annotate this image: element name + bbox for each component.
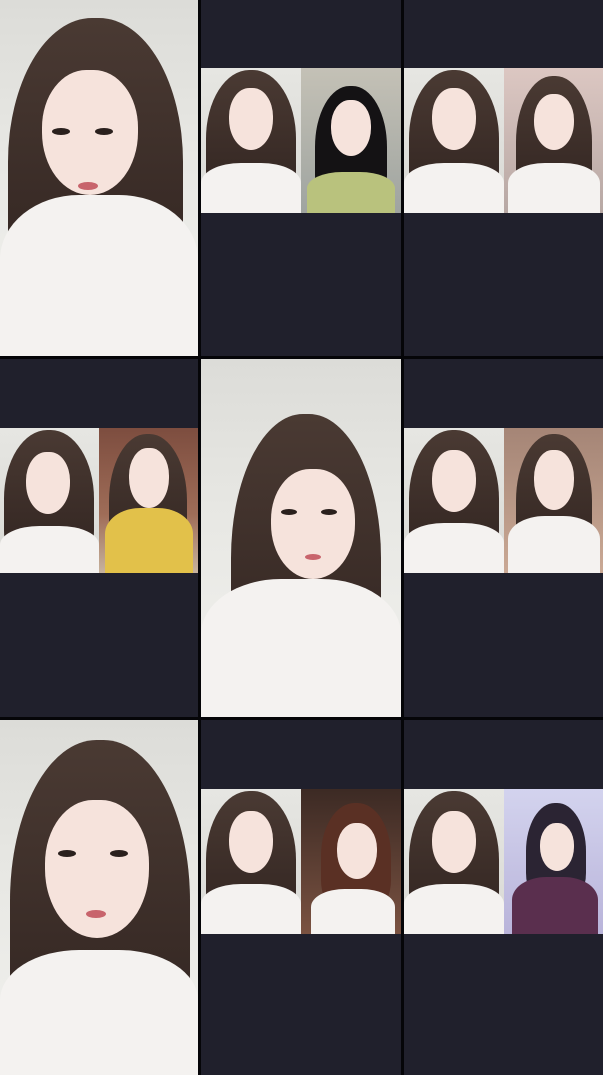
guest-camera — [301, 789, 401, 934]
video-grid — [0, 0, 603, 1075]
guest-camera — [99, 428, 198, 573]
streamer-portrait — [0, 720, 198, 1075]
pk-split-view — [201, 68, 401, 213]
pk-split-view — [0, 428, 198, 573]
streamer-portrait — [201, 359, 401, 717]
guest-camera — [503, 428, 603, 573]
video-tile-1[interactable] — [0, 0, 198, 356]
host-camera — [201, 68, 301, 213]
video-tile-9[interactable] — [404, 720, 603, 1075]
video-tile-2[interactable] — [201, 0, 401, 356]
guest-camera — [301, 68, 401, 213]
pk-split-view — [404, 789, 603, 934]
host-camera — [201, 789, 301, 934]
pk-split-view — [404, 428, 603, 573]
pk-split-view — [201, 789, 401, 934]
video-tile-6[interactable] — [404, 359, 603, 717]
video-tile-3[interactable] — [404, 0, 603, 356]
host-camera — [404, 68, 504, 213]
host-camera — [404, 428, 504, 573]
video-tile-7[interactable] — [0, 720, 198, 1075]
host-camera — [0, 428, 99, 573]
pk-split-view — [404, 68, 603, 213]
streamer-portrait — [0, 0, 198, 356]
host-camera — [404, 789, 504, 934]
guest-camera — [503, 68, 603, 213]
video-tile-5[interactable] — [201, 359, 401, 717]
video-tile-4[interactable] — [0, 359, 198, 717]
guest-camera — [503, 789, 603, 934]
video-tile-8[interactable] — [201, 720, 401, 1075]
